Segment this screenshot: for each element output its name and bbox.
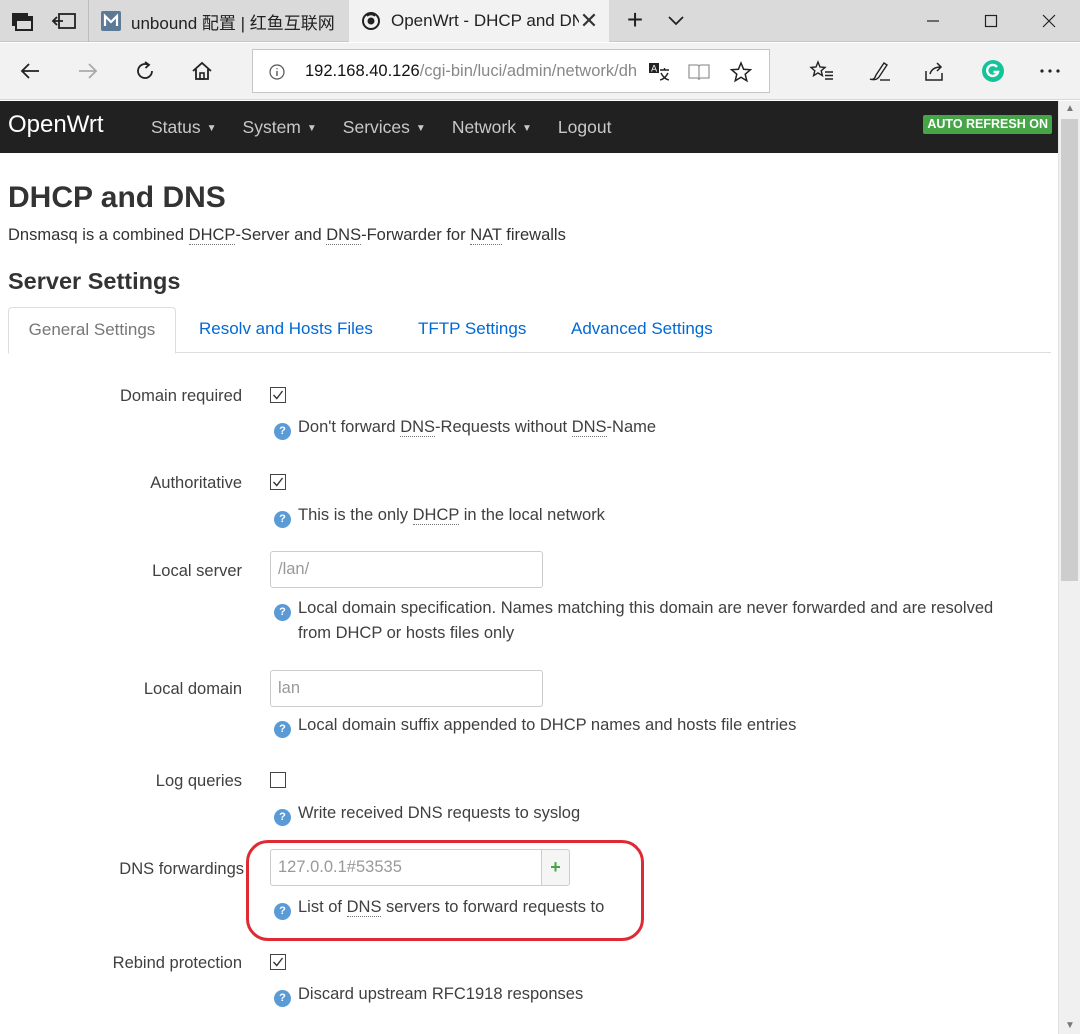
close-icon <box>1042 14 1056 28</box>
arrow-left-icon <box>20 63 39 79</box>
home-icon <box>192 61 212 80</box>
url-text: 192.168.40.126/cgi-bin/luci/admin/networ… <box>305 62 637 80</box>
share-icon[interactable] <box>922 59 948 83</box>
caret-down-icon: ▼ <box>306 122 317 134</box>
maximize-icon <box>984 14 998 28</box>
tab-title: OpenWrt - DHCP and DNS - LuCI <box>391 11 579 30</box>
tab-resolv-hosts-files[interactable]: Resolv and Hosts Files <box>199 307 373 353</box>
help-icon: ? <box>274 809 291 826</box>
set-aside-tabs-icon[interactable] <box>8 10 34 32</box>
caret-down-icon: ▼ <box>415 122 426 134</box>
dns-forwardings-label: DNS forwardings <box>119 860 244 878</box>
vertical-scrollbar[interactable]: ▲ ▼ <box>1058 101 1080 1034</box>
page-title: DHCP and DNS <box>8 181 226 214</box>
tab-title: unbound 配置 | 红鱼互联网 <box>131 13 335 33</box>
nav-services[interactable]: Services ▼ <box>343 117 426 138</box>
section-title: Server Settings <box>8 268 181 294</box>
info-icon[interactable] <box>269 64 285 80</box>
svg-text:A: A <box>651 65 658 75</box>
refresh-icon <box>137 61 153 79</box>
back-button[interactable] <box>14 56 46 86</box>
pen-icon[interactable] <box>866 59 892 83</box>
local-domain-help: ? Local domain suffix appended to DHCP na… <box>274 713 1034 738</box>
browser-tab-unbound[interactable]: unbound 配置 | 红鱼互联网 <box>88 0 348 42</box>
authoritative-label: Authoritative <box>150 474 242 492</box>
reading-view-icon[interactable] <box>687 61 711 83</box>
dns-forwardings-help: ? List of DNS servers to forward requests… <box>274 895 1034 920</box>
nav-status[interactable]: Status ▼ <box>151 117 217 138</box>
star-icon[interactable] <box>729 61 753 83</box>
nav-logout[interactable]: Logout <box>558 117 612 138</box>
authoritative-help: ? This is the only DHCP in the local netw… <box>274 503 1034 528</box>
favorites-icon[interactable] <box>808 59 834 83</box>
nav-network[interactable]: Network ▼ <box>452 117 532 138</box>
minimize-icon <box>927 20 939 22</box>
rebind-protection-help: ? Discard upstream RFC1918 responses <box>274 982 1034 1007</box>
page-viewport: OpenWrt Status ▼ System ▼ Services ▼ Networ… <box>0 101 1058 1034</box>
page-description: Dnsmasq is a combined DHCP-Server and DN… <box>8 226 566 245</box>
domain-required-help: ? Don't forward DNS-Requests without DNS-… <box>274 415 1034 440</box>
help-icon: ? <box>274 721 291 738</box>
url-field[interactable]: 192.168.40.126/cgi-bin/luci/admin/networ… <box>252 49 770 93</box>
address-toolbar: 192.168.40.126/cgi-bin/luci/admin/networ… <box>0 43 1080 100</box>
help-icon: ? <box>274 423 291 440</box>
help-icon: ? <box>274 604 291 621</box>
help-icon: ? <box>274 903 291 920</box>
arrow-right-icon <box>79 63 98 79</box>
help-icon: ? <box>274 511 291 528</box>
tab-general-settings[interactable]: General Settings <box>8 307 176 354</box>
tab-advanced-settings[interactable]: Advanced Settings <box>571 307 713 353</box>
refresh-button[interactable] <box>129 56 161 86</box>
grammarly-icon[interactable] <box>980 58 1006 84</box>
scroll-up-icon[interactable]: ▲ <box>1059 101 1080 117</box>
log-queries-label: Log queries <box>155 772 242 790</box>
close-tab-icon[interactable]: ✕ <box>579 8 599 34</box>
close-window-button[interactable] <box>1020 0 1078 42</box>
authoritative-checkbox[interactable] <box>270 474 286 490</box>
domain-required-checkbox[interactable] <box>270 387 286 403</box>
chevron-down-icon[interactable] <box>664 8 688 32</box>
local-server-input[interactable]: /lan/ <box>270 551 543 588</box>
browser-tab-strip: unbound 配置 | 红鱼互联网 OpenWrt - DHCP and DN… <box>0 0 1080 42</box>
minimize-button[interactable] <box>904 0 962 42</box>
translate-icon[interactable]: A <box>647 61 671 83</box>
dns-forwardings-input[interactable]: 127.0.0.1#53535 <box>270 849 543 886</box>
local-domain-label: Local domain <box>143 680 242 698</box>
brand-logo[interactable]: OpenWrt <box>8 111 104 139</box>
nav-system[interactable]: System ▼ <box>243 117 317 138</box>
rebind-protection-label: Rebind protection <box>112 954 242 972</box>
openwrt-icon <box>362 12 380 30</box>
domain-required-label: Domain required <box>120 387 242 405</box>
checkmark-icon <box>272 390 284 400</box>
rebind-protection-checkbox[interactable] <box>270 954 286 970</box>
scroll-down-icon[interactable]: ▼ <box>1059 1018 1080 1034</box>
local-server-help: ? Local domain specification. Names match… <box>274 596 1034 646</box>
home-button[interactable] <box>186 56 218 86</box>
caret-down-icon: ▼ <box>206 122 217 134</box>
browser-tab-openwrt[interactable]: OpenWrt - DHCP and DNS - LuCI ✕ <box>349 0 609 42</box>
m-logo-icon <box>101 11 121 31</box>
checkmark-icon <box>272 957 284 967</box>
top-navigation: Status ▼ System ▼ Services ▼ Network ▼ Logou… <box>151 101 637 153</box>
scrollbar-thumb[interactable] <box>1061 119 1078 581</box>
add-forwarding-button[interactable]: + <box>541 849 570 886</box>
help-icon: ? <box>274 990 291 1007</box>
local-server-label: Local server <box>152 562 242 580</box>
log-queries-checkbox[interactable] <box>270 772 286 788</box>
caret-down-icon: ▼ <box>522 122 532 134</box>
maximize-button[interactable] <box>962 0 1020 42</box>
forward-button[interactable] <box>72 56 104 86</box>
auto-refresh-badge[interactable]: AUTO REFRESH ON <box>923 115 1052 134</box>
local-domain-input[interactable]: lan <box>270 670 543 707</box>
luci-header: OpenWrt Status ▼ System ▼ Services ▼ Networ… <box>0 101 1058 153</box>
log-queries-help: ? Write received DNS requests to syslog <box>274 801 1034 826</box>
more-icon[interactable] <box>1037 59 1063 83</box>
tab-tftp-settings[interactable]: TFTP Settings <box>418 307 526 353</box>
settings-tabs: General Settings Resolv and Hosts Files … <box>8 307 1051 354</box>
checkmark-icon <box>272 477 284 487</box>
tabs-aside-icon[interactable] <box>50 10 78 32</box>
new-tab-button[interactable]: + <box>622 6 648 34</box>
